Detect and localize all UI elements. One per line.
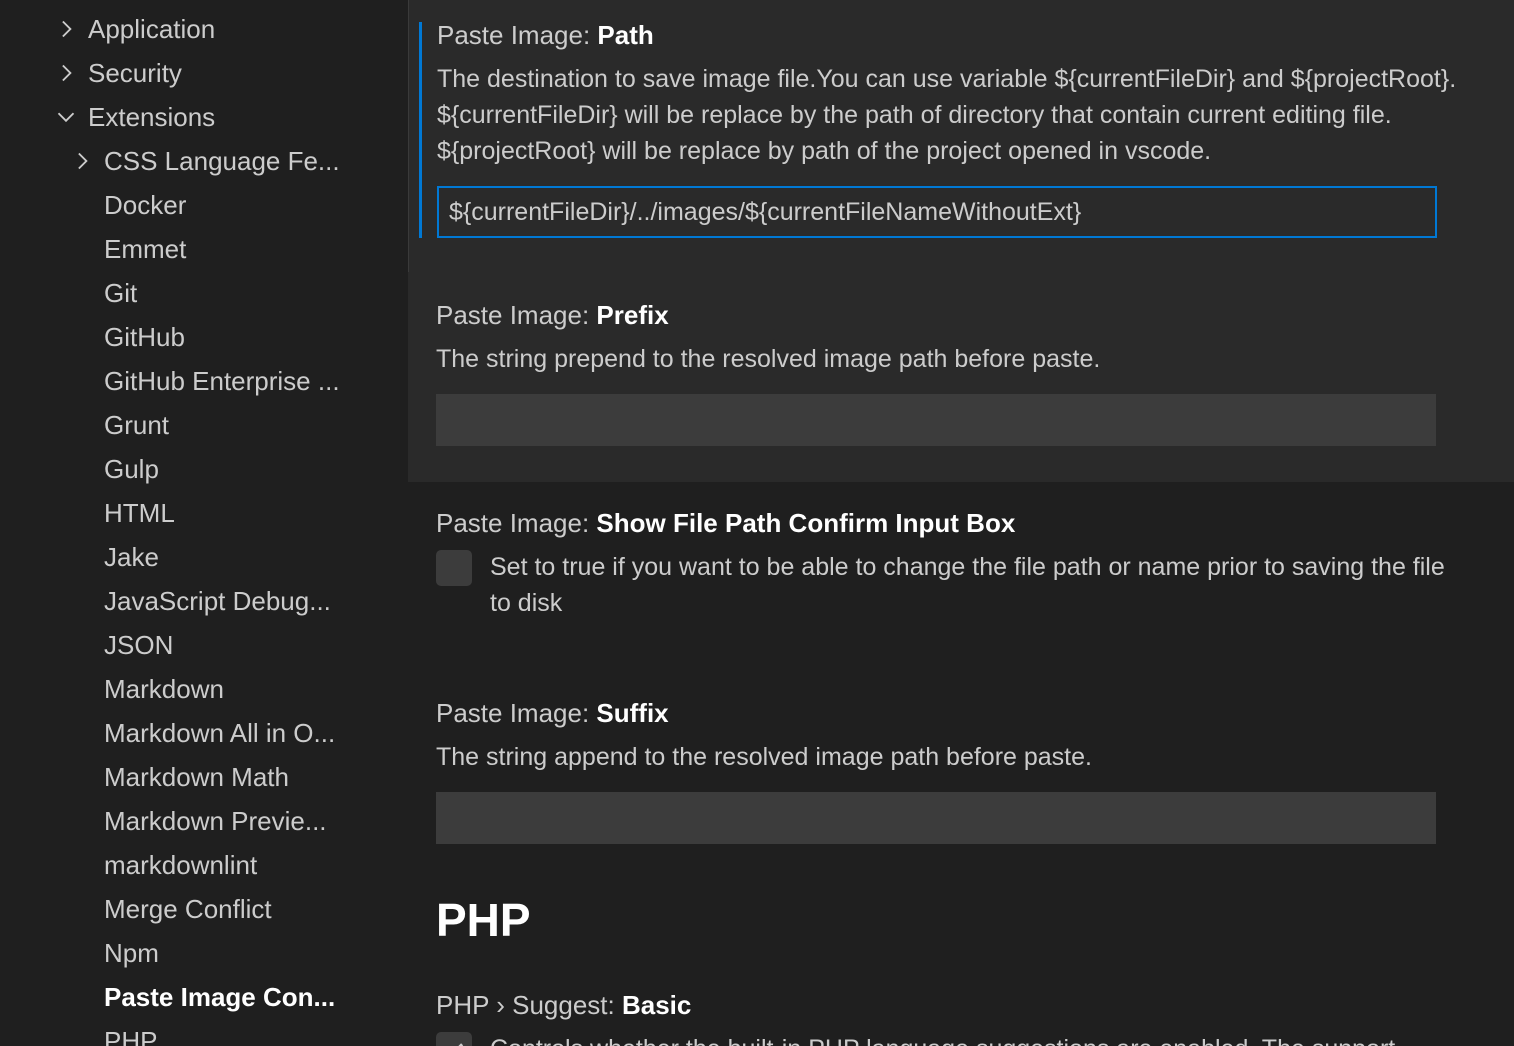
toc-item-label: Markdown Math xyxy=(104,762,289,792)
toc-item-label: PHP xyxy=(104,1026,158,1046)
toc-item-label: JSON xyxy=(104,630,174,660)
toc-item-github-enterprise[interactable]: GitHub Enterprise ... xyxy=(0,359,400,403)
toc-item-label: Extensions xyxy=(88,102,216,132)
setting-description-line: ${currentFileDir} will be replace by the… xyxy=(437,101,1392,129)
checkmark-icon xyxy=(458,1043,464,1046)
toc-item-label: Docker xyxy=(104,190,187,220)
setting-description-line: The destination to save image file.You c… xyxy=(437,65,1457,93)
setting-title: Paste Image: Suffix xyxy=(436,698,669,728)
chevron-right-icon[interactable] xyxy=(56,63,76,83)
setting-description-line: ${projectRoot} will be replace by path o… xyxy=(437,137,1212,165)
toc-item-label: Paste Image Con... xyxy=(104,982,336,1012)
toc-item-extensions[interactable]: Extensions xyxy=(0,95,400,139)
setting-php-suggest-basic: PHP › Suggest: Basic Controls whether th… xyxy=(408,970,1514,1046)
php-basic-checkbox[interactable] xyxy=(436,1032,472,1046)
setting-title: Paste Image: Show File Path Confirm Inpu… xyxy=(436,508,1016,538)
toc-item-merge-conflict[interactable]: Merge Conflict xyxy=(0,887,400,931)
settings-toc-sidebar: Application Security Extensions CSS Languag… xyxy=(0,0,408,1046)
setting-description: Controls whether the built-in PHP langua… xyxy=(490,1031,1395,1046)
toc-item-npm[interactable]: Npm xyxy=(0,931,400,975)
setting-description: The string prepend to the resolved image… xyxy=(436,345,1101,373)
toc-item-label: Markdown xyxy=(104,674,224,704)
setting-show-file-path-confirm: Paste Image: Show File Path Confirm Inpu… xyxy=(408,482,1514,672)
toc-item-label: Markdown Previe... xyxy=(104,806,327,836)
toc-item-markdown-previe[interactable]: Markdown Previe... xyxy=(0,799,400,843)
toc-item-label: Jake xyxy=(104,542,159,572)
setting-title: Paste Image: Prefix xyxy=(436,300,669,330)
focus-indicator xyxy=(419,22,422,238)
toc-item-github[interactable]: GitHub xyxy=(0,315,400,359)
toc-item-php[interactable]: PHP xyxy=(0,1019,400,1046)
toc-item-label: GitHub Enterprise ... xyxy=(104,366,340,396)
suffix-input[interactable] xyxy=(436,792,1436,844)
toc-item-markdown-all-in-o[interactable]: Markdown All in O... xyxy=(0,711,400,755)
toc-item-emmet[interactable]: Emmet xyxy=(0,227,400,271)
toc-item-application[interactable]: Application xyxy=(0,7,400,51)
setting-title: Paste Image: Path xyxy=(437,20,654,50)
toc-item-markdown-math[interactable]: Markdown Math xyxy=(0,755,400,799)
section-heading-php: PHP xyxy=(436,894,531,946)
toc-item-jake[interactable]: Jake xyxy=(0,535,400,579)
toc-item-markdown[interactable]: Markdown xyxy=(0,667,400,711)
toc-item-html[interactable]: HTML xyxy=(0,491,400,535)
setting-paste-image-suffix: Paste Image: Suffix The string append to… xyxy=(408,672,1514,872)
setting-title: PHP › Suggest: Basic xyxy=(436,990,692,1020)
setting-description-line: to disk xyxy=(490,589,563,617)
toc-item-paste-image-con[interactable]: Paste Image Con... xyxy=(0,975,400,1019)
toc-item-docker[interactable]: Docker xyxy=(0,183,400,227)
confirm-checkbox[interactable] xyxy=(436,550,472,586)
toc-item-css-language-fe[interactable]: CSS Language Fe... xyxy=(0,139,400,183)
toc-item-label: Application xyxy=(88,14,216,44)
toc-item-javascript-debug[interactable]: JavaScript Debug... xyxy=(0,579,400,623)
toc-item-label: Merge Conflict xyxy=(104,894,272,924)
toc-item-label: CSS Language Fe... xyxy=(104,146,340,176)
toc-item-label: Npm xyxy=(104,938,159,968)
toc-item-git[interactable]: Git xyxy=(0,271,400,315)
toc-item-label: markdownlint xyxy=(104,850,258,880)
chevron-down-icon[interactable] xyxy=(56,107,76,127)
toc-item-label: Emmet xyxy=(104,234,187,264)
toc-item-grunt[interactable]: Grunt xyxy=(0,403,400,447)
path-input[interactable] xyxy=(437,186,1437,238)
prefix-input[interactable] xyxy=(436,394,1436,446)
toc-item-label: Grunt xyxy=(104,410,170,440)
toc-item-label: GitHub xyxy=(104,322,185,352)
toc-item-json[interactable]: JSON xyxy=(0,623,400,667)
toc-item-gulp[interactable]: Gulp xyxy=(0,447,400,491)
settings-editor: Paste Image: Path The destination to sav… xyxy=(408,0,1514,1046)
chevron-right-icon[interactable] xyxy=(56,19,76,39)
toc-item-label: Markdown All in O... xyxy=(104,718,336,748)
chevron-right-icon[interactable] xyxy=(72,151,92,171)
setting-paste-image-path[interactable]: Paste Image: Path The destination to sav… xyxy=(408,0,1514,273)
toc-item-label: HTML xyxy=(104,498,175,528)
toc-item-label: Security xyxy=(88,58,182,88)
toc-item-label: JavaScript Debug... xyxy=(104,586,331,616)
toc-item-label: Git xyxy=(104,278,138,308)
setting-description-line: Set to true if you want to be able to ch… xyxy=(490,553,1445,581)
toc-item-markdownlint[interactable]: markdownlint xyxy=(0,843,400,887)
toc-item-security[interactable]: Security xyxy=(0,51,400,95)
toc-item-label: Gulp xyxy=(104,454,159,484)
setting-description: The string append to the resolved image … xyxy=(436,743,1092,771)
setting-paste-image-prefix[interactable]: Paste Image: Prefix The string prepend t… xyxy=(408,272,1514,482)
